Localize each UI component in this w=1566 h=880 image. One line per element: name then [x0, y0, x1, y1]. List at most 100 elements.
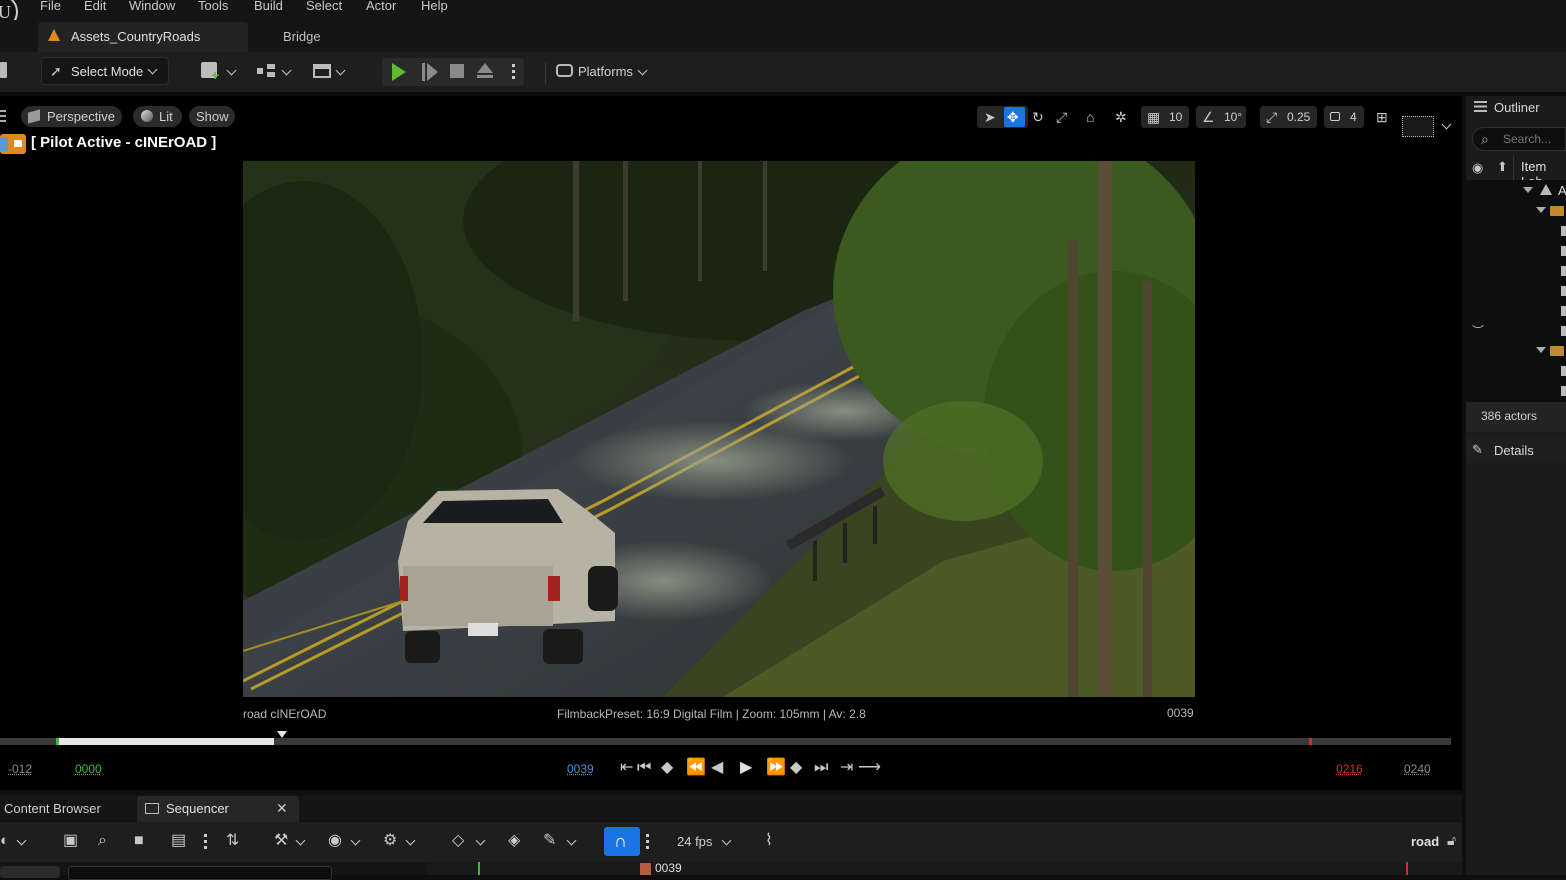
pin-icon[interactable]: ⬆ [1497, 160, 1508, 174]
kebab-menu-icon[interactable] [512, 64, 515, 80]
close-icon[interactable]: ✕ [276, 800, 288, 817]
perspective-label: Perspective [47, 109, 115, 124]
expand-arrow-icon[interactable] [1536, 347, 1546, 353]
current-frame-field[interactable]: 0039 [567, 762, 594, 776]
expand-arrow-icon[interactable] [1536, 207, 1546, 213]
search-tracks-input[interactable] [68, 866, 332, 880]
viewport-layout-preview[interactable] [1402, 116, 1434, 137]
tab-sequencer[interactable]: Sequencer ✕ [137, 796, 299, 822]
snap-toggle-button[interactable]: ∩ [604, 827, 640, 856]
select-mode-dropdown[interactable]: ➚ Select Mode [41, 57, 169, 85]
sequencer-toolbar [0, 822, 1462, 862]
perspective-button[interactable]: Perspective [21, 106, 122, 127]
play-icon[interactable] [392, 63, 406, 81]
save-icon[interactable] [0, 62, 7, 78]
lock-icon[interactable]: 🔓︎ [1447, 833, 1456, 847]
step-back-frame-icon[interactable]: ⏪ [686, 760, 706, 776]
world-icon[interactable]: ◐ [0, 833, 9, 848]
actor-icon [1561, 266, 1566, 276]
visibility-eye-icon[interactable]: ◉ [1472, 161, 1483, 175]
cube-icon [28, 109, 40, 124]
stop-icon[interactable] [450, 64, 464, 78]
menu-actor[interactable]: Actor [366, 0, 396, 13]
actor-icon [1561, 386, 1566, 396]
expand-arrow-icon[interactable] [1523, 187, 1533, 193]
outliner-search-input[interactable]: ⌕ Search... [1472, 127, 1566, 151]
edit-mode-icon[interactable]: ✎ [543, 833, 556, 849]
loop-mode-icon[interactable]: ⟶ [858, 760, 881, 776]
playback-options-icon[interactable]: ⚙ [383, 833, 397, 849]
playhead[interactable] [277, 731, 287, 738]
menu-build[interactable]: Build [254, 0, 283, 13]
outliner-title: Outliner [1494, 100, 1540, 115]
menu-window[interactable]: Window [129, 0, 175, 13]
previous-keyframe-icon[interactable]: ⏮ [637, 760, 651, 776]
actor-icon [1561, 326, 1566, 336]
kebab-menu-icon[interactable] [646, 834, 649, 849]
find-in-browser-icon[interactable]: ⌕ [98, 833, 107, 849]
key-interpolation-icon[interactable]: ◇ [452, 833, 464, 849]
step-forward-key-icon[interactable]: ◆ [790, 760, 802, 776]
outliner-root-item[interactable]: A [1558, 183, 1566, 198]
menu-select[interactable]: Select [306, 0, 342, 13]
start-offset-field[interactable]: -012 [8, 762, 32, 776]
translate-tool-button[interactable]: ✥ [1004, 107, 1025, 127]
step-back-key-icon[interactable]: ◆ [661, 760, 673, 776]
camera-speed-button[interactable]: 4 [1324, 106, 1364, 128]
end-frame-field[interactable]: 0216 [1336, 762, 1363, 776]
step-forward-frame-icon[interactable]: ⏩ [766, 760, 786, 776]
menu-help[interactable]: Help [421, 0, 448, 13]
playhead-marker[interactable] [640, 863, 651, 875]
select-cursor-icon[interactable]: ➤ [984, 110, 996, 124]
add-track-button[interactable] [0, 866, 60, 878]
scale-snap-button[interactable]: ⤢ 0.25 [1260, 106, 1317, 128]
auto-key-icon[interactable]: ◈ [508, 833, 520, 849]
menu-edit[interactable]: Edit [84, 0, 106, 13]
actor-icon [1561, 226, 1566, 236]
end-offset-field[interactable]: 0240 [1404, 762, 1431, 776]
curve-editor-icon[interactable]: ⌇ [765, 833, 773, 849]
details-title: Details [1494, 443, 1534, 458]
platforms-dropdown[interactable]: Platforms [578, 64, 633, 79]
eject-icon[interactable] [477, 63, 493, 73]
rotate-icon[interactable]: ↻ [1032, 110, 1044, 124]
play-forward-icon[interactable]: ▶ [740, 760, 752, 776]
folder-icon [1550, 206, 1564, 216]
cinematics-icon[interactable] [313, 64, 331, 78]
menu-tools[interactable]: Tools [198, 0, 228, 13]
tab-level[interactable]: Assets_CountryRoads [38, 22, 248, 52]
blueprint-icon[interactable] [257, 64, 277, 77]
viewport-menu-icon[interactable] [0, 110, 6, 122]
view-options-icon[interactable]: ◉ [328, 833, 342, 849]
platforms-icon[interactable] [556, 64, 573, 77]
collapse-icon[interactable]: ︶ [1472, 322, 1484, 339]
tab-content-browser[interactable]: Content Browser [4, 801, 101, 816]
grid-snap-button[interactable]: ▦ 10 [1141, 106, 1189, 128]
layout-icon[interactable]: ⊞ [1376, 110, 1388, 124]
tools-icon[interactable]: ⚒ [274, 833, 288, 849]
details-panel-header[interactable]: ✎ Details [1466, 437, 1566, 463]
actor-count-bar: 386 actors [1466, 402, 1566, 432]
menu-file[interactable]: File [40, 0, 61, 13]
advance-frame-icon[interactable] [422, 63, 425, 81]
render-movie-icon[interactable]: ▤ [171, 833, 186, 849]
camera-icon[interactable]: ■ [134, 833, 144, 849]
save-icon[interactable]: ▣ [63, 833, 78, 849]
jump-to-end-icon[interactable]: ⇥ [840, 760, 853, 776]
restore-state-icon[interactable]: ⇅ [226, 833, 239, 849]
jump-to-start-icon[interactable]: ⇤ [620, 760, 633, 776]
lit-button[interactable]: Lit [133, 106, 182, 127]
rotation-snap-button[interactable]: ∠ 10° [1196, 106, 1246, 128]
coordinate-space-icon[interactable]: ⌂ [1086, 110, 1094, 124]
track-ruler[interactable] [426, 862, 1462, 875]
fps-dropdown[interactable]: 24 fps [677, 834, 712, 849]
surface-snap-icon[interactable]: ✲ [1115, 110, 1127, 124]
play-reverse-icon[interactable]: ◀ [711, 760, 723, 776]
next-keyframe-icon[interactable]: ⏭ [814, 760, 828, 776]
add-actor-icon[interactable]: + [201, 62, 219, 82]
start-frame-field[interactable]: 0000 [75, 762, 102, 776]
show-button[interactable]: Show [189, 106, 235, 127]
tab-bridge[interactable]: Bridge [283, 29, 321, 44]
kebab-menu-icon[interactable] [204, 834, 207, 849]
scale-icon[interactable]: ⤢ [1056, 110, 1067, 124]
